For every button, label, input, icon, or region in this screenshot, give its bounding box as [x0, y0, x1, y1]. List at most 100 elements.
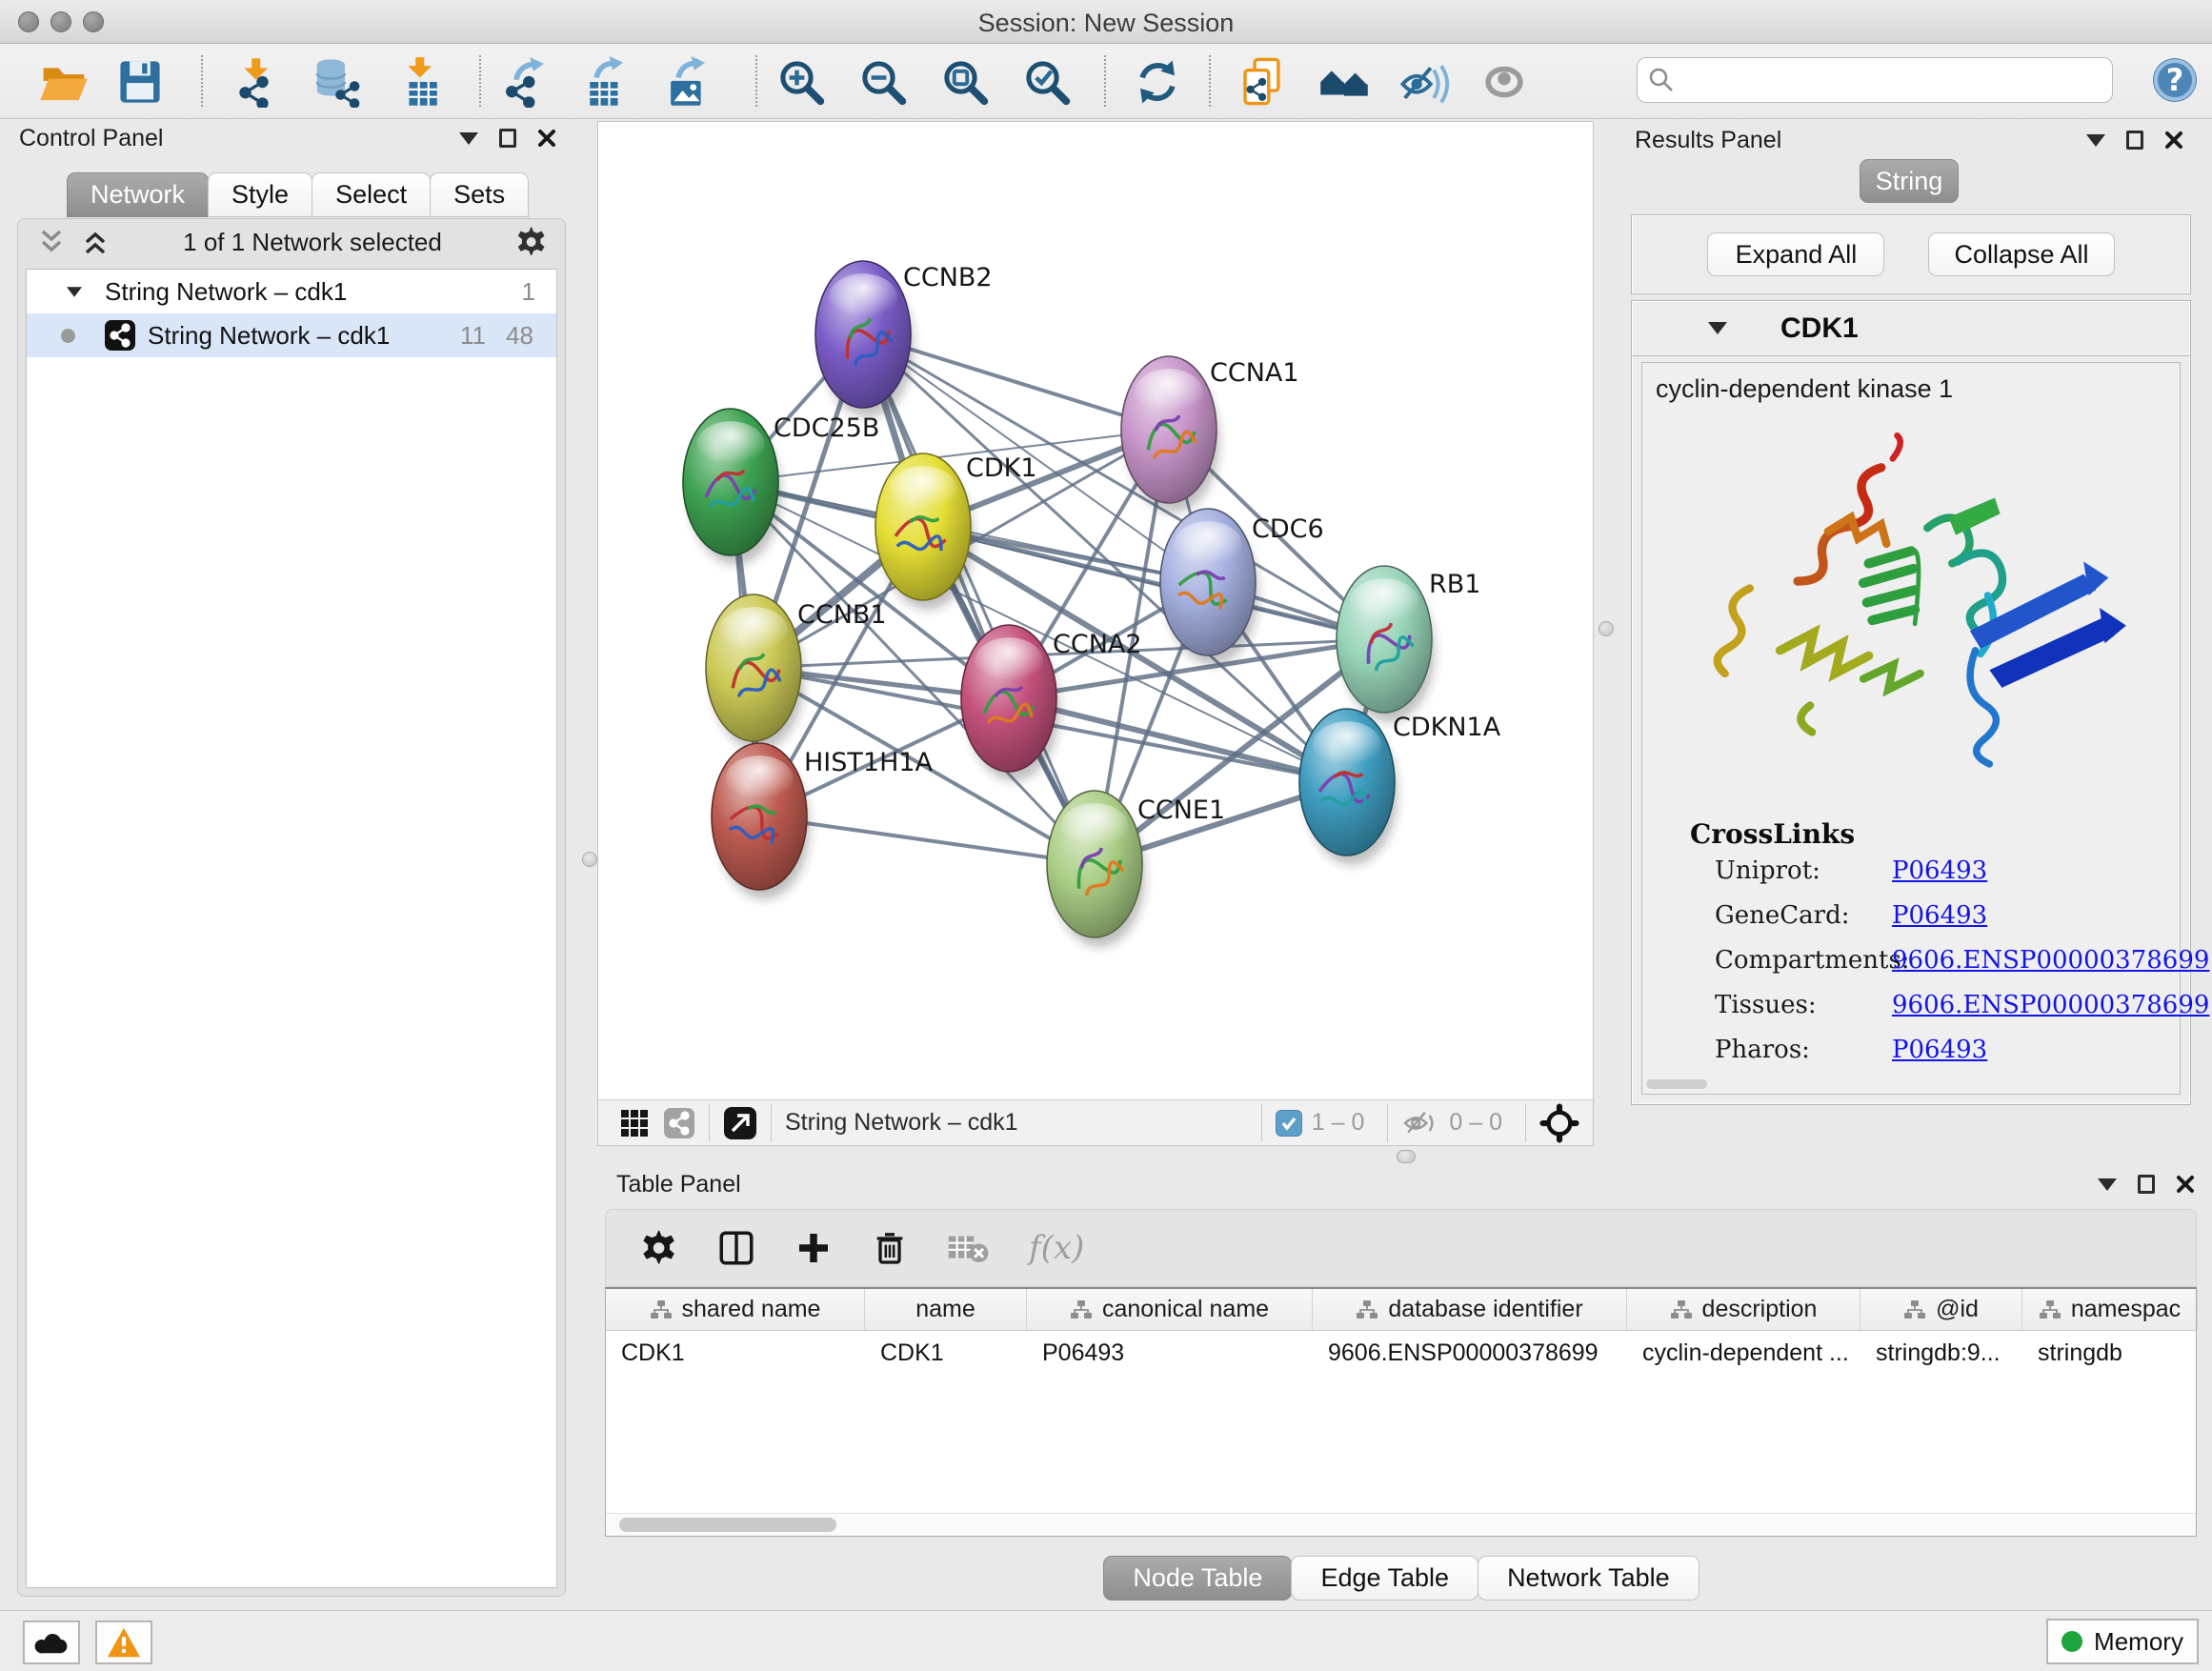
- column-header-description[interactable]: description: [1627, 1289, 1860, 1330]
- column-header-canonical-name[interactable]: canonical name: [1027, 1289, 1313, 1330]
- graph-node-CDC6[interactable]: [1160, 509, 1258, 665]
- gene-collapse-icon[interactable]: [1708, 322, 1727, 334]
- column-header-shared-name[interactable]: shared name: [606, 1289, 865, 1330]
- cloud-status-button[interactable]: [23, 1621, 80, 1664]
- network-collection-row[interactable]: String Network – cdk1 1: [27, 270, 556, 313]
- collapse-all-button[interactable]: Collapse All: [1928, 232, 2114, 276]
- export-network-button[interactable]: [499, 54, 554, 110]
- table-cell: CDK1: [606, 1331, 865, 1375]
- crosslink-row: Uniprot:P06493: [1715, 856, 1820, 885]
- home-networks-button[interactable]: [1317, 54, 1372, 110]
- table-row[interactable]: CDK1CDK1P064939606.ENSP00000378699cyclin…: [606, 1331, 2196, 1375]
- detach-view-icon[interactable]: [723, 1106, 757, 1140]
- table-hscrollbar-thumb[interactable]: [619, 1518, 836, 1532]
- open-session-button[interactable]: [36, 54, 91, 110]
- collection-expand-icon[interactable]: [67, 287, 82, 296]
- search-input[interactable]: [1676, 67, 2095, 93]
- column-header-database-identifier[interactable]: database identifier: [1313, 1289, 1627, 1330]
- zoom-selected-icon: [1021, 56, 1073, 108]
- node-label-CCNE1: CCNE1: [1137, 795, 1225, 825]
- crosslink-link[interactable]: P06493: [1892, 901, 1987, 930]
- network-options-gear-icon[interactable]: [515, 226, 548, 258]
- import-table-icon: [396, 56, 448, 108]
- crosslink-link[interactable]: 9606.ENSP00000378699: [1892, 946, 2209, 975]
- table-hscrollbar[interactable]: [606, 1513, 2196, 1536]
- help-button[interactable]: ?: [2150, 55, 2200, 105]
- graph-node-CDKN1A[interactable]: [1299, 709, 1398, 865]
- memory-button[interactable]: Memory: [2046, 1619, 2199, 1664]
- database-import-icon: [311, 56, 362, 108]
- tab-network-table[interactable]: Network Table: [1478, 1556, 1699, 1601]
- results-scrollbar-thumb[interactable]: [1646, 1079, 1707, 1089]
- graph-node-CCNA2[interactable]: [961, 625, 1059, 781]
- zoom-in-button[interactable]: [774, 54, 829, 110]
- tab-style[interactable]: Style: [208, 172, 312, 217]
- tab-network[interactable]: Network: [67, 172, 209, 217]
- expand-all-networks-icon[interactable]: [81, 230, 110, 254]
- graph-node-CCNE1[interactable]: [1047, 791, 1145, 947]
- crosslink-link[interactable]: 9606.ENSP00000378699: [1892, 991, 2209, 1019]
- table-toolbar: f(x): [605, 1209, 2197, 1287]
- graph-node-CCNA1[interactable]: [1121, 356, 1219, 513]
- column-header-label: name: [915, 1296, 975, 1323]
- close-panel-icon[interactable]: [2164, 131, 2183, 150]
- graph-node-CCNB1[interactable]: [706, 594, 804, 751]
- show-columns-icon[interactable]: [716, 1228, 756, 1268]
- control-panel-title: Control Panel: [19, 125, 163, 152]
- grid-view-icon[interactable]: [619, 1108, 650, 1138]
- collapse-all-networks-icon[interactable]: [37, 230, 66, 254]
- zoom-selected-button[interactable]: [1019, 54, 1075, 110]
- left-splitter-handle[interactable]: [582, 852, 597, 867]
- tab-edge-table[interactable]: Edge Table: [1291, 1556, 1478, 1601]
- tab-select[interactable]: Select: [312, 172, 431, 217]
- graph-node-CDC25B[interactable]: [683, 409, 781, 565]
- column-header-namespac[interactable]: namespac: [2022, 1289, 2198, 1330]
- graph-node-HIST1H1A[interactable]: [712, 743, 810, 899]
- network-graph[interactable]: CCNB2CCNA1CDC25BCDK1CDC6RB1CCNB1CCNA2CDK…: [598, 122, 1593, 1099]
- tab-sets[interactable]: Sets: [430, 172, 529, 217]
- graph-node-CCNB2[interactable]: [815, 261, 914, 417]
- crosslink-link[interactable]: P06493: [1892, 856, 1987, 885]
- add-column-icon[interactable]: [794, 1229, 833, 1267]
- import-table-button[interactable]: [394, 54, 450, 110]
- float-panel-icon[interactable]: [2126, 131, 2143, 150]
- import-network-button[interactable]: [231, 54, 286, 110]
- show-visual-properties-button[interactable]: [1397, 54, 1452, 110]
- refresh-button[interactable]: [1130, 54, 1185, 110]
- crosslink-link[interactable]: P06493: [1892, 1036, 1987, 1064]
- import-network-from-database-button[interactable]: [309, 54, 364, 110]
- node-label-CDKN1A: CDKN1A: [1393, 713, 1501, 742]
- panel-menu-icon[interactable]: [2098, 1178, 2117, 1191]
- warnings-button[interactable]: [95, 1621, 152, 1664]
- zoom-fit-button[interactable]: [937, 54, 993, 110]
- column-header-@id[interactable]: @id: [1860, 1289, 2022, 1330]
- export-table-button[interactable]: [577, 54, 633, 110]
- expand-all-button[interactable]: Expand All: [1707, 232, 1884, 276]
- gene-header[interactable]: CDK1: [1632, 301, 2190, 356]
- tab-node-table[interactable]: Node Table: [1103, 1556, 1292, 1601]
- network-thumbnail-icon[interactable]: [663, 1107, 695, 1139]
- column-header-name[interactable]: name: [865, 1289, 1027, 1330]
- table-options-gear-icon[interactable]: [640, 1229, 678, 1267]
- table-cell: 9606.ENSP00000378699: [1313, 1331, 1627, 1375]
- network-row[interactable]: String Network – cdk1 11 48: [27, 313, 556, 357]
- crosslink-label: GeneCard:: [1715, 901, 1850, 930]
- float-panel-icon[interactable]: [2138, 1175, 2155, 1194]
- export-image-button[interactable]: [659, 54, 714, 110]
- graph-node-RB1[interactable]: [1337, 566, 1435, 722]
- panel-menu-icon[interactable]: [2086, 134, 2105, 147]
- tab-string[interactable]: String: [1860, 159, 1959, 203]
- close-panel-icon[interactable]: [537, 129, 556, 148]
- float-panel-icon[interactable]: [499, 129, 516, 148]
- close-panel-icon[interactable]: [2176, 1175, 2195, 1194]
- selected-nodes-checkbox[interactable]: [1276, 1110, 1302, 1137]
- show-hide-button[interactable]: [1477, 54, 1532, 110]
- delete-column-icon[interactable]: [871, 1229, 909, 1267]
- birds-eye-navigator-icon[interactable]: [1539, 1103, 1579, 1143]
- bottom-splitter-handle[interactable]: [1397, 1150, 1416, 1163]
- copy-network-button[interactable]: [1235, 54, 1290, 110]
- save-session-button[interactable]: [112, 54, 168, 110]
- zoom-out-button[interactable]: [855, 54, 911, 110]
- right-splitter-handle[interactable]: [1599, 621, 1614, 636]
- panel-menu-icon[interactable]: [459, 132, 478, 145]
